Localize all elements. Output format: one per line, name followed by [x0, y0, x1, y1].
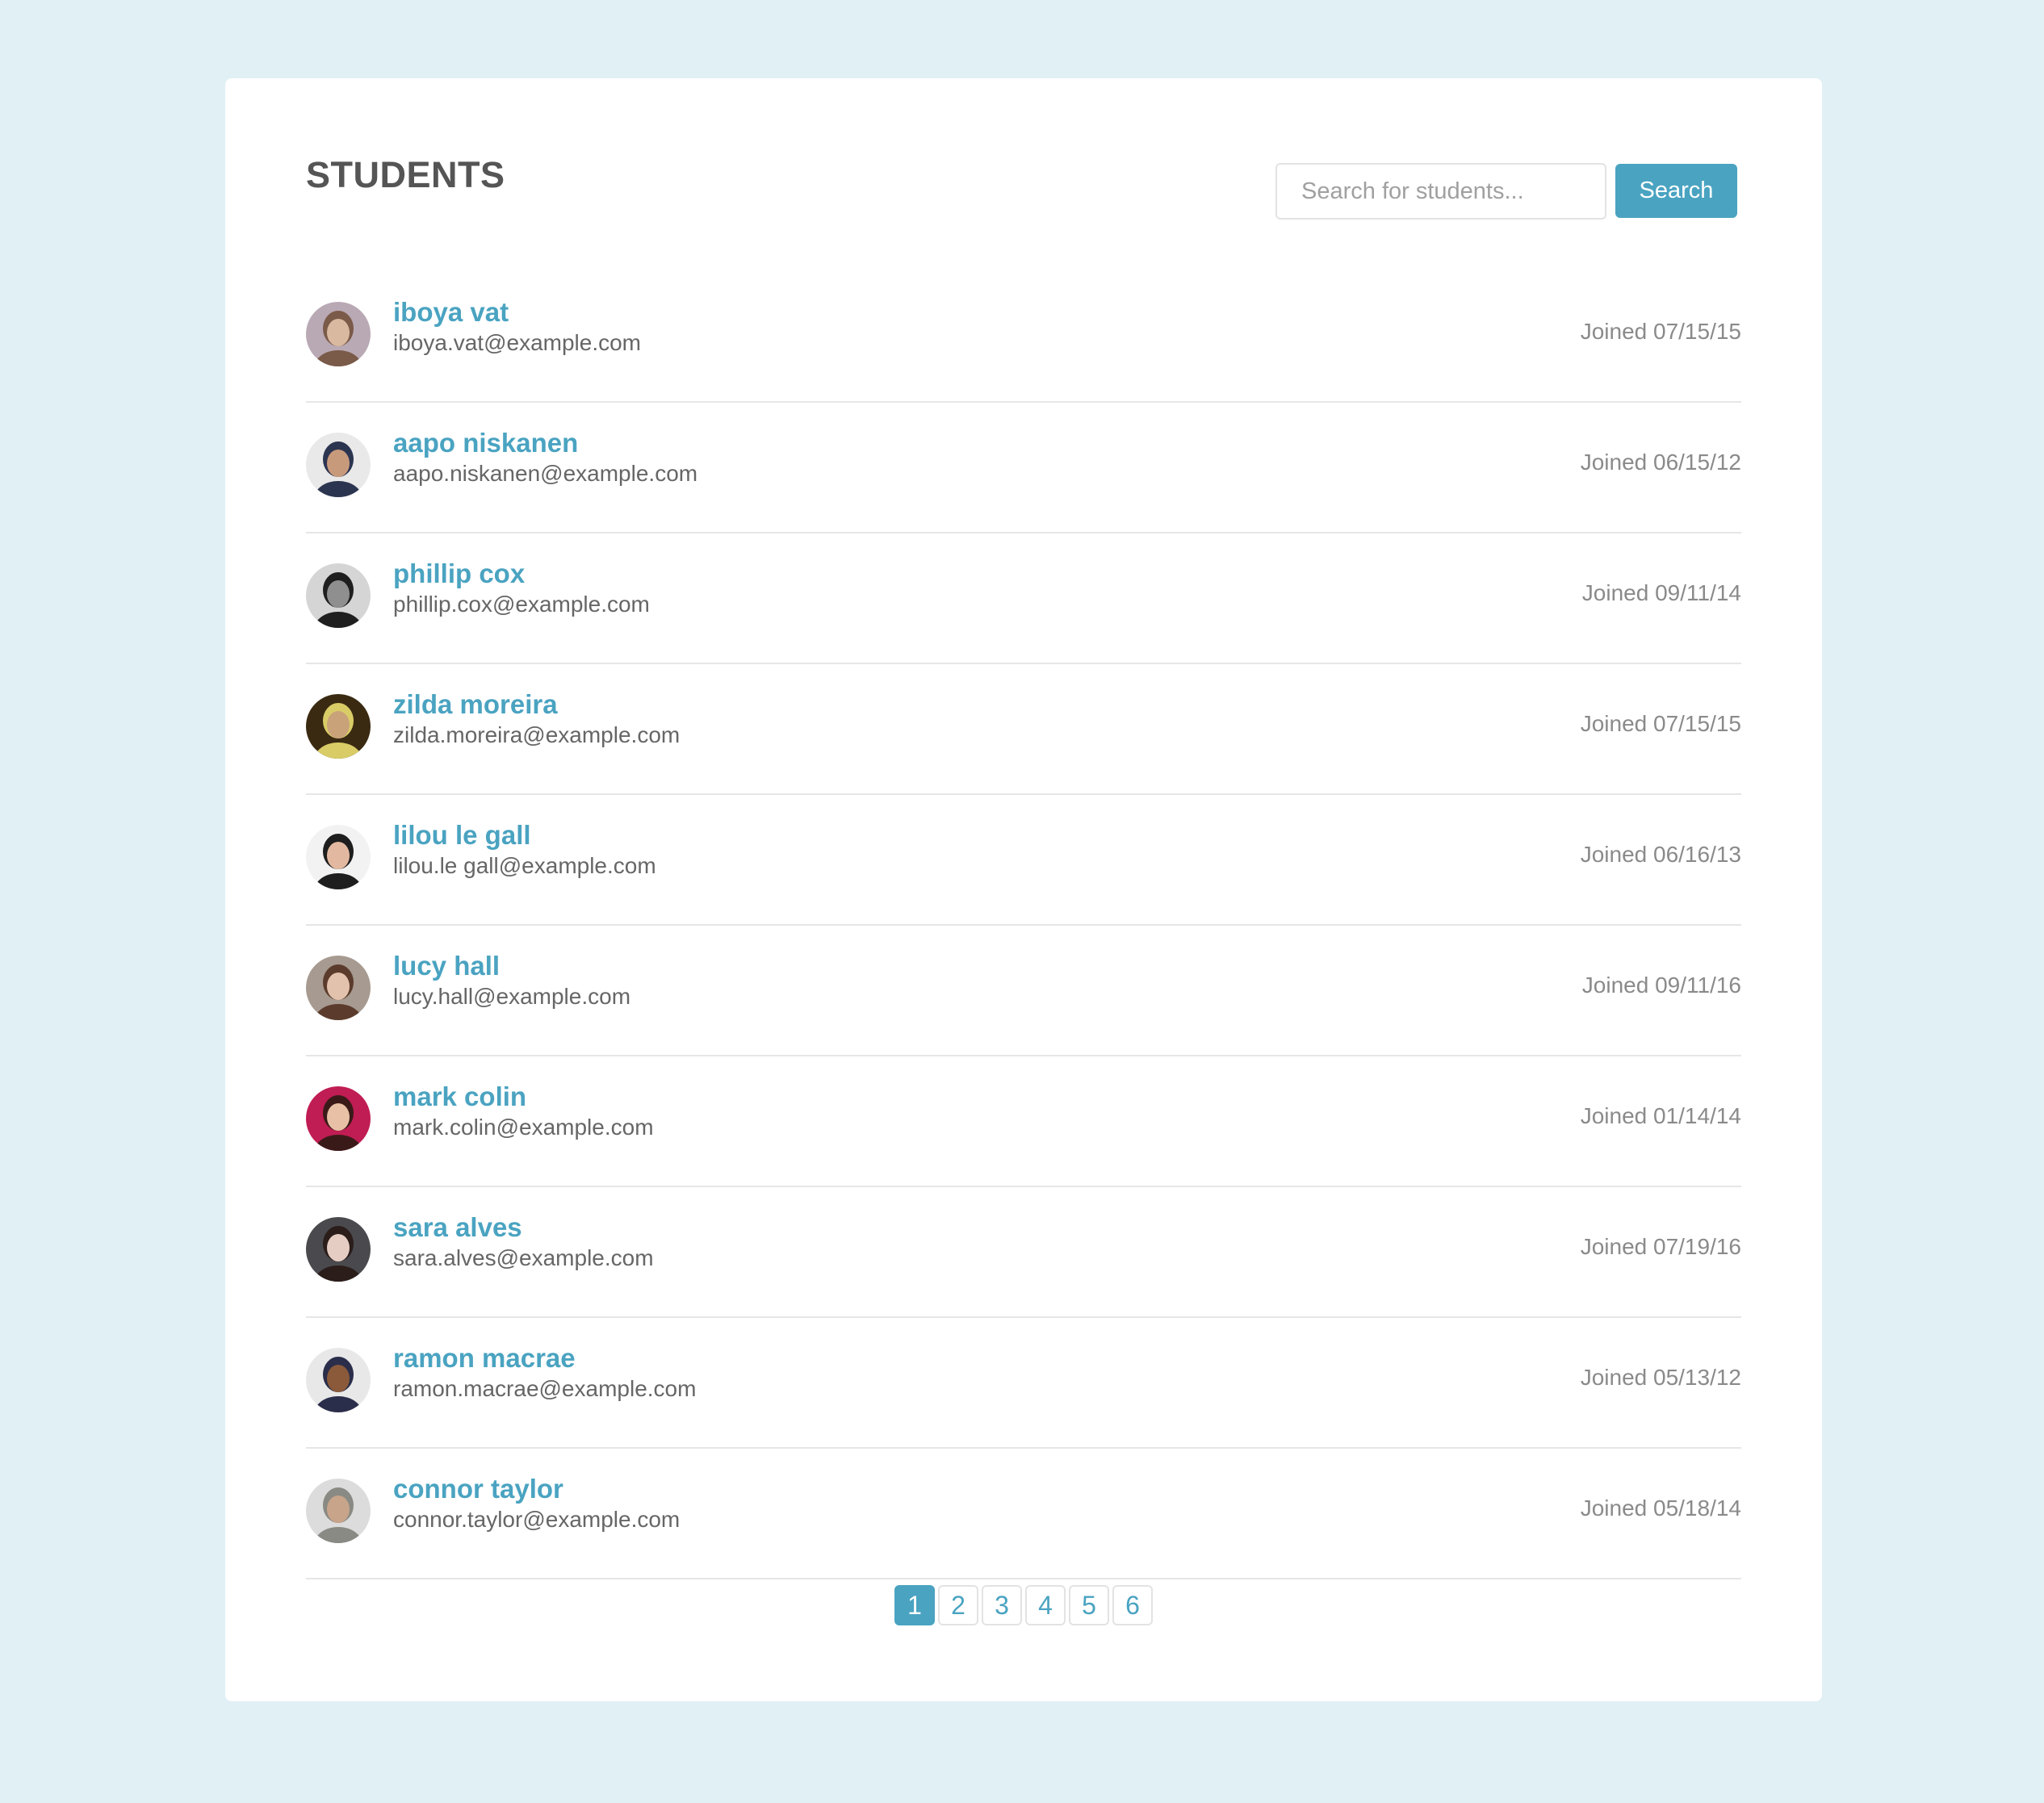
student-row: connor taylor connor.taylor@example.com Jo… — [306, 1449, 1741, 1579]
student-name-link[interactable]: lilou le gall — [393, 822, 531, 848]
woman-photo-avatar — [306, 302, 371, 366]
man-photo-avatar — [306, 433, 371, 497]
man-photo-avatar — [306, 1348, 371, 1412]
student-row: zilda moreira zilda.moreira@example.com Jo… — [306, 664, 1741, 795]
student-joined-date: Joined 09/11/14 — [1581, 580, 1741, 605]
student-email: sara.alves@example.com — [393, 1245, 654, 1270]
student-row: sara alves sara.alves@example.com Joined 0… — [306, 1187, 1741, 1318]
student-name-link[interactable]: iboya vat — [393, 299, 509, 325]
student-email: connor.taylor@example.com — [393, 1507, 681, 1532]
page-button-5[interactable]: 5 — [1069, 1585, 1109, 1625]
student-joined-date: Joined 01/14/14 — [1580, 1103, 1741, 1128]
man-photo-avatar — [306, 1479, 371, 1543]
man-photo-avatar — [306, 563, 371, 628]
student-name-link[interactable]: mark colin — [393, 1083, 526, 1110]
student-row: lilou le gall lilou.le gall@example.com Jo… — [306, 795, 1741, 926]
woman-photo-avatar — [306, 825, 371, 889]
student-name-link[interactable]: connor taylor — [393, 1475, 563, 1502]
student-row: ramon macrae ramon.macrae@example.com Join… — [306, 1318, 1741, 1449]
student-joined-date: Joined 07/19/16 — [1580, 1234, 1741, 1259]
page-button-6[interactable]: 6 — [1112, 1585, 1153, 1625]
page-button-1[interactable]: 1 — [894, 1585, 935, 1625]
pagination: 123456 — [225, 1585, 1822, 1625]
woman-photo-avatar — [306, 694, 371, 759]
student-row: mark colin mark.colin@example.com Joined 0… — [306, 1056, 1741, 1187]
student-email: phillip.cox@example.com — [393, 592, 650, 617]
student-joined-date: Joined 06/15/12 — [1580, 450, 1741, 475]
students-card: STUDENTS Search iboya vat iboya.vat@examp… — [225, 78, 1822, 1701]
student-joined-date: Joined 09/11/16 — [1581, 973, 1741, 998]
page-title: STUDENTS — [306, 154, 505, 195]
student-name-link[interactable]: zilda moreira — [393, 691, 558, 717]
woman-photo-avatar — [306, 956, 371, 1020]
search-input[interactable] — [1275, 163, 1606, 220]
woman-photo-avatar — [306, 1217, 371, 1282]
student-row: iboya vat iboya.vat@example.com Joined 07/… — [306, 272, 1741, 403]
student-row: phillip cox phillip.cox@example.com Joined… — [306, 533, 1741, 664]
student-email: ramon.macrae@example.com — [393, 1376, 697, 1401]
student-email: mark.colin@example.com — [393, 1115, 654, 1140]
student-joined-date: Joined 05/13/12 — [1580, 1365, 1741, 1390]
student-row: lucy hall lucy.hall@example.com Joined 09/… — [306, 926, 1741, 1056]
student-email: zilda.moreira@example.com — [393, 722, 681, 747]
student-list: iboya vat iboya.vat@example.com Joined 07/… — [306, 272, 1741, 1579]
student-joined-date: Joined 07/15/15 — [1580, 319, 1741, 344]
student-name-link[interactable]: ramon macrae — [393, 1345, 576, 1371]
student-name-link[interactable]: aapo niskanen — [393, 429, 578, 456]
page-button-2[interactable]: 2 — [938, 1585, 978, 1625]
student-row: aapo niskanen aapo.niskanen@example.com Jo… — [306, 403, 1741, 533]
student-email: iboya.vat@example.com — [393, 330, 642, 355]
student-email: lilou.le gall@example.com — [393, 853, 656, 878]
student-name-link[interactable]: sara alves — [393, 1214, 522, 1240]
student-name-link[interactable]: lucy hall — [393, 952, 500, 979]
page-button-4[interactable]: 4 — [1025, 1585, 1066, 1625]
student-joined-date: Joined 07/15/15 — [1580, 711, 1741, 736]
page-button-3[interactable]: 3 — [982, 1585, 1022, 1625]
student-name-link[interactable]: phillip cox — [393, 560, 525, 587]
student-email: aapo.niskanen@example.com — [393, 461, 698, 486]
student-joined-date: Joined 05/18/14 — [1580, 1496, 1741, 1521]
search-button[interactable]: Search — [1615, 164, 1737, 218]
student-email: lucy.hall@example.com — [393, 984, 631, 1009]
student-joined-date: Joined 06/16/13 — [1580, 842, 1741, 867]
woman-photo-avatar — [306, 1086, 371, 1151]
